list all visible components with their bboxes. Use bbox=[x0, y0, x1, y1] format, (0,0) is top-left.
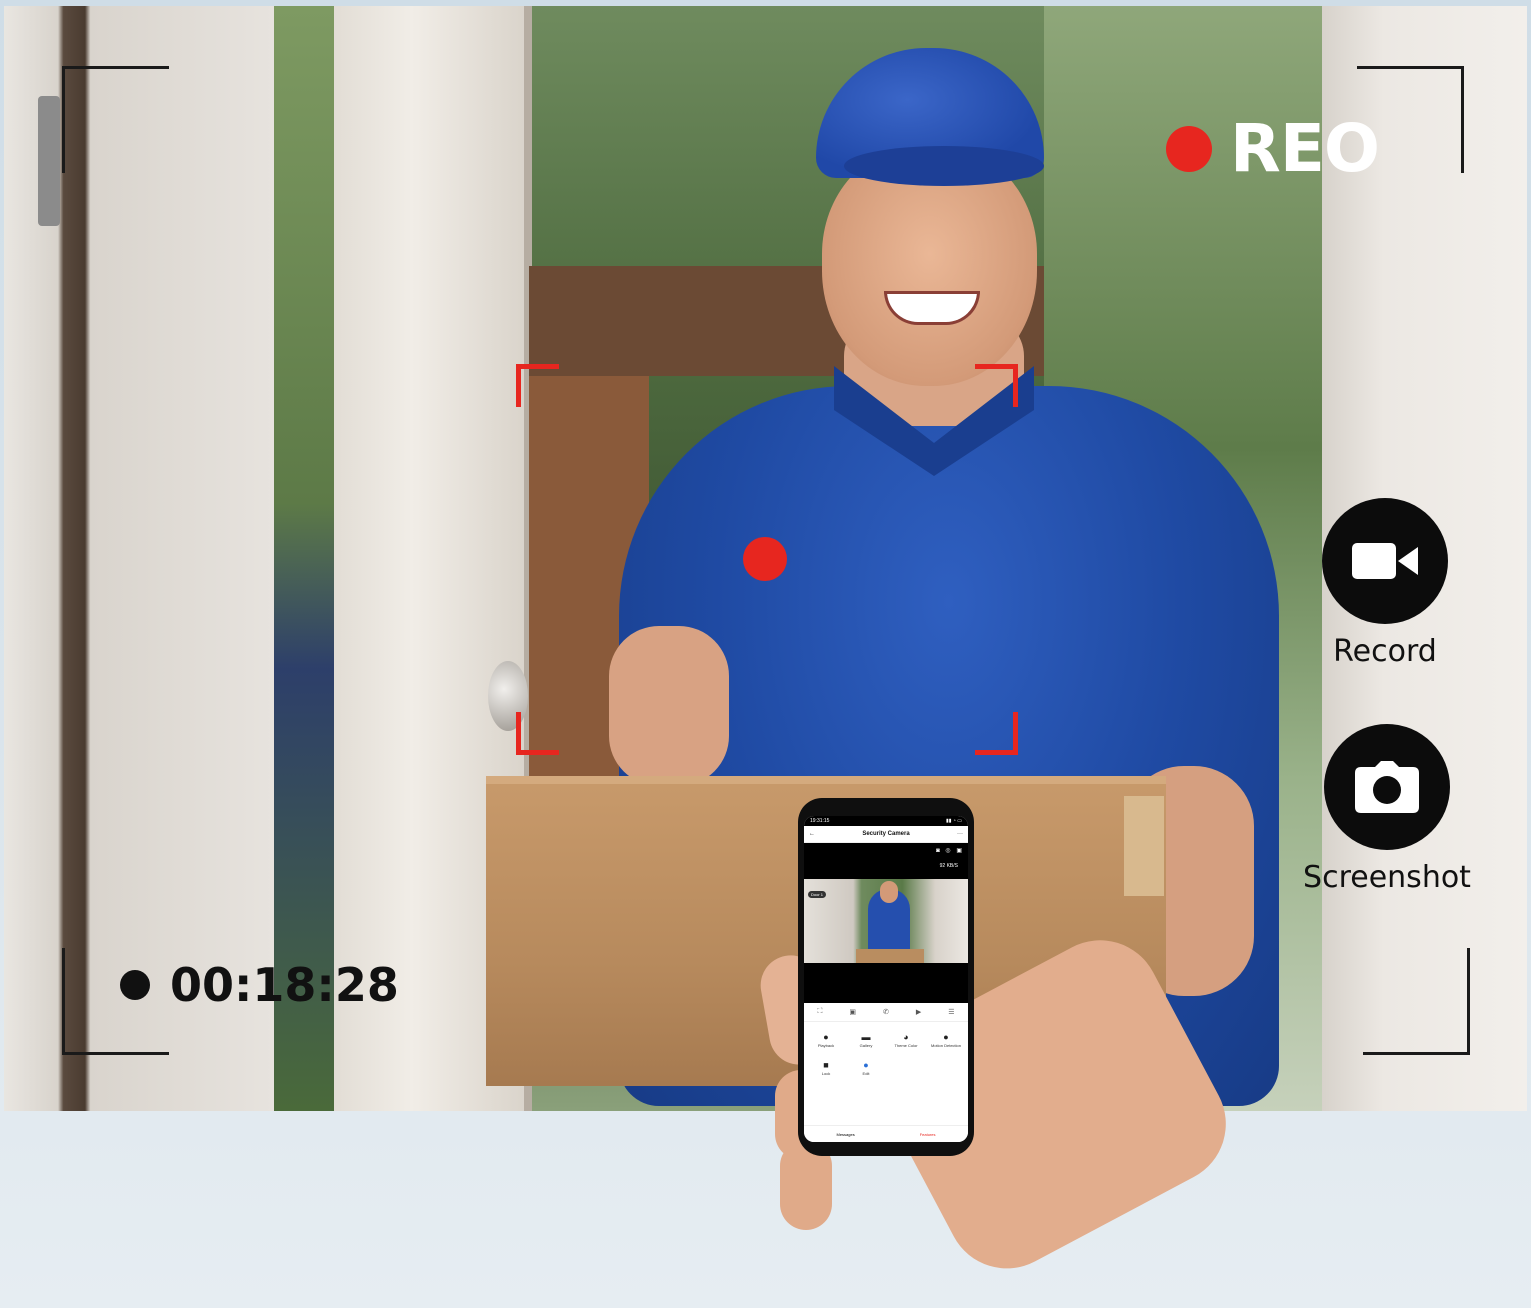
toolbar-icons[interactable]: ◙ ◎ ▣ bbox=[936, 847, 964, 854]
recording-timer: 00:18:28 bbox=[120, 958, 399, 1012]
feed-person-head bbox=[880, 881, 898, 903]
app-bar: ← Security Camera ··· bbox=[804, 826, 968, 843]
feature-motion-detection[interactable]: ● Motion Detection bbox=[926, 1032, 966, 1048]
focus-bracket-top-right bbox=[975, 364, 1018, 407]
feature-playback[interactable]: ● Playback bbox=[806, 1032, 846, 1048]
feature-grid: ● Playback ▬ Gallery ◕ Theme Color ● Mot… bbox=[804, 1022, 968, 1076]
feature-theme-color[interactable]: ◕ Theme Color bbox=[886, 1032, 926, 1048]
record-button[interactable] bbox=[1322, 498, 1448, 624]
cap-bill bbox=[844, 146, 1044, 186]
playback-controls: ⛶ ▣ ✆ ▶ ☰ bbox=[804, 1003, 968, 1022]
smartphone: 19:31:15 ▮▮ ◔ ▭ ← Security Camera ··· ◙ … bbox=[798, 798, 974, 1156]
feature-label: Playback bbox=[817, 1043, 835, 1048]
recording-indicator: REO bbox=[1166, 110, 1380, 187]
status-icons: ▮▮ ◔ ▭ bbox=[945, 818, 962, 824]
call-icon[interactable]: ✆ bbox=[883, 1008, 889, 1016]
delivery-person-arm-left bbox=[609, 626, 729, 786]
back-arrow-icon[interactable]: ← bbox=[809, 831, 815, 837]
video-toolbar: ◙ ◎ ▣ 92 KB/S bbox=[804, 843, 968, 879]
focus-bracket-top-left bbox=[516, 364, 559, 407]
timer-value: 00:18:28 bbox=[170, 958, 399, 1012]
camera-icon bbox=[1355, 761, 1419, 813]
feature-label: Theme Color bbox=[894, 1043, 918, 1048]
feature-label: Edit bbox=[862, 1071, 870, 1076]
package-tape bbox=[1124, 796, 1164, 896]
fullscreen-icon[interactable]: ⛶ bbox=[817, 1008, 822, 1016]
focus-bracket-bottom-left bbox=[516, 712, 559, 755]
record-dot-icon bbox=[1166, 125, 1212, 172]
motion-icon: ● bbox=[943, 1032, 949, 1042]
quality-icon[interactable]: ▣ bbox=[849, 1008, 856, 1016]
record-label: Record bbox=[1333, 634, 1437, 669]
stream-speed: 92 KB/S bbox=[939, 863, 958, 869]
feature-lock[interactable]: ■ Lock bbox=[806, 1060, 846, 1076]
door-glass bbox=[274, 6, 334, 1111]
tab-features[interactable]: Features bbox=[920, 1132, 936, 1137]
video-area-bottom bbox=[804, 963, 968, 1003]
feed-package bbox=[856, 949, 924, 963]
door-hinge bbox=[38, 96, 60, 226]
frame-corner-top-left bbox=[62, 66, 169, 173]
feature-label: Gallery bbox=[859, 1043, 873, 1048]
feature-edit[interactable]: ● Edit bbox=[846, 1060, 886, 1076]
recording-label: REO bbox=[1230, 110, 1380, 187]
feature-label: Lock bbox=[821, 1071, 831, 1076]
lock-icon: ■ bbox=[823, 1060, 829, 1070]
palette-icon: ◕ bbox=[903, 1032, 909, 1042]
gallery-icon: ▬ bbox=[861, 1032, 871, 1042]
phone-screen: 19:31:15 ▮▮ ◔ ▭ ← Security Camera ··· ◙ … bbox=[804, 816, 968, 1142]
record-control: Record bbox=[1322, 498, 1448, 669]
timer-dot-icon bbox=[120, 970, 150, 1000]
focus-bracket-bottom-right bbox=[975, 712, 1018, 755]
status-time: 19:31:15 bbox=[810, 818, 830, 824]
app-title: Security Camera bbox=[862, 831, 910, 837]
feature-label: Motion Detection bbox=[930, 1043, 961, 1048]
bottom-tab-bar: Messages Features bbox=[804, 1125, 968, 1142]
menu-icon[interactable]: ☰ bbox=[948, 1008, 954, 1016]
video-camera-icon bbox=[1352, 543, 1418, 579]
frame-corner-bottom-right bbox=[1363, 948, 1470, 1055]
live-feed-thumbnail[interactable]: Door 1 bbox=[804, 879, 968, 963]
phone-status-bar: 19:31:15 ▮▮ ◔ ▭ bbox=[804, 816, 968, 826]
camera-tag: Door 1 bbox=[808, 891, 827, 898]
tab-messages[interactable]: Messages bbox=[836, 1132, 854, 1137]
more-options-icon[interactable]: ··· bbox=[957, 831, 963, 837]
screenshot-button[interactable] bbox=[1324, 724, 1450, 850]
feature-gallery[interactable]: ▬ Gallery bbox=[846, 1032, 886, 1048]
screenshot-label: Screenshot bbox=[1303, 860, 1471, 895]
focus-point-dot bbox=[743, 537, 787, 581]
play-icon: ● bbox=[823, 1032, 829, 1042]
video-icon[interactable]: ▶ bbox=[916, 1008, 921, 1016]
screenshot-control: Screenshot bbox=[1292, 724, 1482, 895]
edit-icon: ● bbox=[863, 1060, 869, 1070]
